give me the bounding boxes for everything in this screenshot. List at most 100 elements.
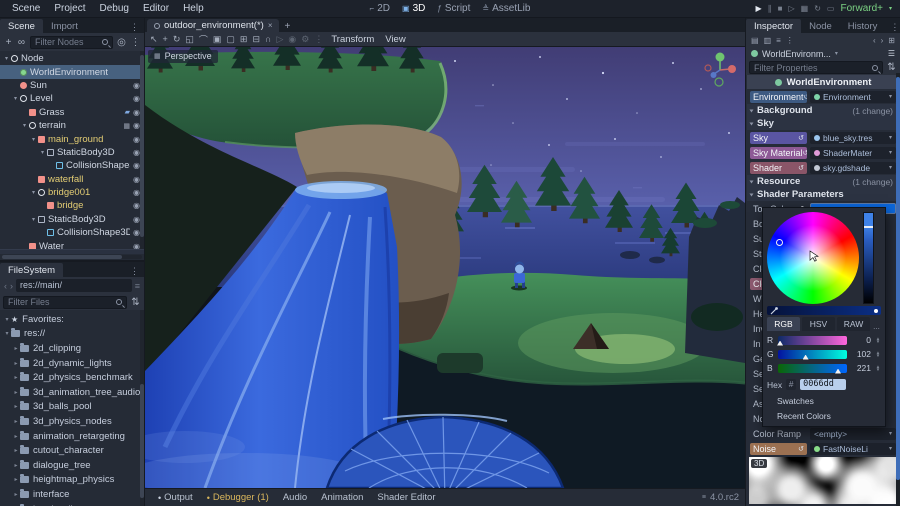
tree-node-row[interactable]: Sun ◉ (0, 79, 144, 92)
sub-resource-icon[interactable]: ☰ (888, 49, 895, 58)
sun-preview-icon[interactable]: ◉ (288, 34, 296, 45)
inspector-row[interactable]: Environment ↺ Environment ▾ (747, 89, 899, 104)
expand-arrow-icon[interactable]: ▸ (12, 491, 20, 498)
expand-arrow-icon[interactable]: ▾ (3, 316, 11, 323)
filter-nodes-input[interactable]: Filter Nodes (30, 35, 113, 49)
unlock-icon[interactable]: ▢ (226, 34, 235, 45)
expand-arrow-icon[interactable]: ▸ (12, 462, 20, 469)
expand-arrow-icon[interactable]: ▸ (12, 433, 20, 440)
file-row[interactable]: ▸ 3d_animation_tree_audio (0, 385, 144, 400)
file-row[interactable]: ▸ animation_retargeting (0, 429, 144, 444)
bottom-tab-audio[interactable]: Audio (276, 492, 314, 503)
menu-help[interactable]: Help (177, 2, 210, 15)
pause-button[interactable]: ∥ (768, 4, 772, 13)
node-badge-icon[interactable]: ▰ (125, 108, 130, 116)
stop-button[interactable]: ■ (778, 4, 783, 13)
tree-node-row[interactable]: ▾ Node (0, 52, 144, 65)
inspector-row[interactable]: Sky Material ↺ ShaderMater ▾ (747, 145, 899, 160)
expand-arrow-icon[interactable]: ▾ (29, 216, 38, 223)
expand-arrow-icon[interactable]: ▸ (12, 476, 20, 483)
intensity-handle[interactable] (874, 308, 878, 313)
hash-toggle[interactable]: # (786, 379, 797, 390)
tree-node-row[interactable]: CollisionShape3D◉ (0, 226, 144, 239)
value-stepper[interactable]: ▲ ▼ (875, 350, 881, 358)
tree-node-row[interactable]: Water ◉ (0, 239, 144, 249)
file-row[interactable]: ▸ 3d_physics_nodes (0, 414, 144, 429)
reload-button[interactable]: ↻ (814, 4, 821, 13)
more-options-icon[interactable]: ... (872, 322, 881, 331)
node-badge-icon[interactable]: ▦ (123, 122, 130, 130)
expand-arrow-icon[interactable]: ▾ (20, 122, 29, 129)
property-sort-icon[interactable]: ⇅ (886, 62, 897, 73)
slider-handle[interactable] (835, 368, 842, 374)
visibility-toggle-icon[interactable]: ◉ (133, 242, 140, 249)
rotate-tool-icon[interactable]: ↻ (173, 34, 181, 45)
file-row[interactable]: ▾ ★ Favorites: (0, 312, 144, 327)
new-tab-button[interactable]: + (284, 21, 290, 32)
noise-texture-preview[interactable]: 3D (749, 457, 897, 504)
edited-object-selector[interactable]: WorldEnvironm... ▾ ☰ (746, 47, 900, 60)
tree-node-row[interactable]: ▾ bridge001 ◉ (0, 186, 144, 199)
ruler-tool-icon[interactable]: ⌒ (199, 33, 208, 46)
revert-icon[interactable]: ↺ (803, 149, 807, 157)
mode-tab-2d[interactable]: ⌐ 2D (370, 3, 390, 14)
file-row[interactable]: ▸ 2d_clipping (0, 341, 144, 356)
tab-history[interactable]: History (840, 19, 886, 33)
value-stepper[interactable]: ▲ ▼ (875, 336, 881, 344)
value-stepper[interactable]: ▲ ▼ (875, 364, 881, 372)
channel-value[interactable]: 0 (851, 335, 871, 345)
filesystem-title[interactable]: FileSystem (0, 263, 63, 277)
property-value[interactable]: Environment ▾ (810, 90, 896, 103)
file-row[interactable]: ▸ cutout_character (0, 443, 144, 458)
menu-transform[interactable]: Transform (328, 34, 377, 45)
perspective-menu[interactable]: ▦ Perspective (148, 50, 218, 63)
tab-import[interactable]: Import (43, 19, 86, 33)
history-back-icon[interactable]: ‹ (873, 36, 876, 45)
tree-node-row[interactable]: bridge ◉ (0, 199, 144, 212)
expand-arrow-icon[interactable]: ▸ (12, 447, 20, 454)
menu-scene[interactable]: Scene (6, 2, 46, 15)
favorites-filter-icon[interactable]: ◎ (116, 37, 127, 48)
menu-project[interactable]: Project (48, 2, 91, 15)
slider-handle[interactable] (802, 354, 809, 360)
select-tool-icon[interactable]: ↖ (150, 34, 158, 45)
tree-node-row[interactable]: Grass ▰ ◉ (0, 106, 144, 119)
color-mode-tab-hsv[interactable]: HSV (802, 317, 835, 331)
property-value[interactable]: sky.gdshade ▾ (810, 161, 896, 174)
recent-colors-section[interactable]: Recent Colors (767, 409, 881, 422)
split-mode-icon[interactable]: ≡ (135, 281, 140, 291)
property-value[interactable]: ShaderMater ▾ (810, 146, 896, 159)
bottom-tab-animation[interactable]: Animation (314, 492, 370, 503)
scene-tree-menu-icon[interactable]: ⋮ (130, 37, 141, 48)
swatches-section[interactable]: Swatches (767, 394, 881, 407)
filter-properties-input[interactable]: Filter Properties (749, 61, 883, 74)
color-mode-tab-rgb[interactable]: RGB (767, 317, 800, 331)
inspector-section[interactable]: Background (1 change) (747, 104, 899, 117)
visibility-toggle-icon[interactable]: ◉ (133, 188, 140, 197)
file-sort-icon[interactable]: ⇅ (130, 297, 141, 308)
close-tab-icon[interactable]: × (268, 21, 273, 30)
file-row[interactable]: ▸ 2d_dynamic_lights (0, 356, 144, 371)
visibility-toggle-icon[interactable]: ◉ (133, 108, 140, 117)
revert-icon[interactable]: ↺ (798, 445, 804, 453)
inspector-row[interactable]: Shader ↺ sky.gdshade ▾ (747, 160, 899, 175)
visibility-toggle-icon[interactable]: ◉ (133, 201, 140, 210)
tab-scene[interactable]: Scene (0, 19, 43, 33)
channel-slider[interactable] (778, 363, 847, 374)
file-row[interactable]: ▸interior-diorama (0, 502, 144, 506)
expand-arrow-icon[interactable]: ▾ (11, 95, 20, 102)
color-mode-tab-raw[interactable]: RAW (837, 317, 870, 331)
expand-arrow-icon[interactable]: ▸ (12, 345, 20, 352)
property-value[interactable]: FastNoiseLi ▾ (810, 442, 896, 455)
expand-arrow-icon[interactable]: ▸ (12, 360, 20, 367)
mode-tab-script[interactable]: ƒ Script (437, 3, 470, 14)
history-forward-icon[interactable]: › (881, 36, 884, 45)
tree-node-row[interactable]: CollisionShape3D◉ (0, 159, 144, 172)
expand-arrow-icon[interactable]: ▸ (12, 418, 20, 425)
inspector-row[interactable]: Noise ↺ FastNoiseLi ▾ (747, 441, 899, 456)
group-icon[interactable]: ⊞ (240, 34, 248, 45)
axis-gizmo[interactable] (701, 49, 739, 87)
scale-tool-icon[interactable]: ◱ (185, 34, 194, 45)
instance-scene-button[interactable]: ∞ (16, 37, 27, 48)
file-row[interactable]: ▸ heightmap_physics (0, 473, 144, 488)
